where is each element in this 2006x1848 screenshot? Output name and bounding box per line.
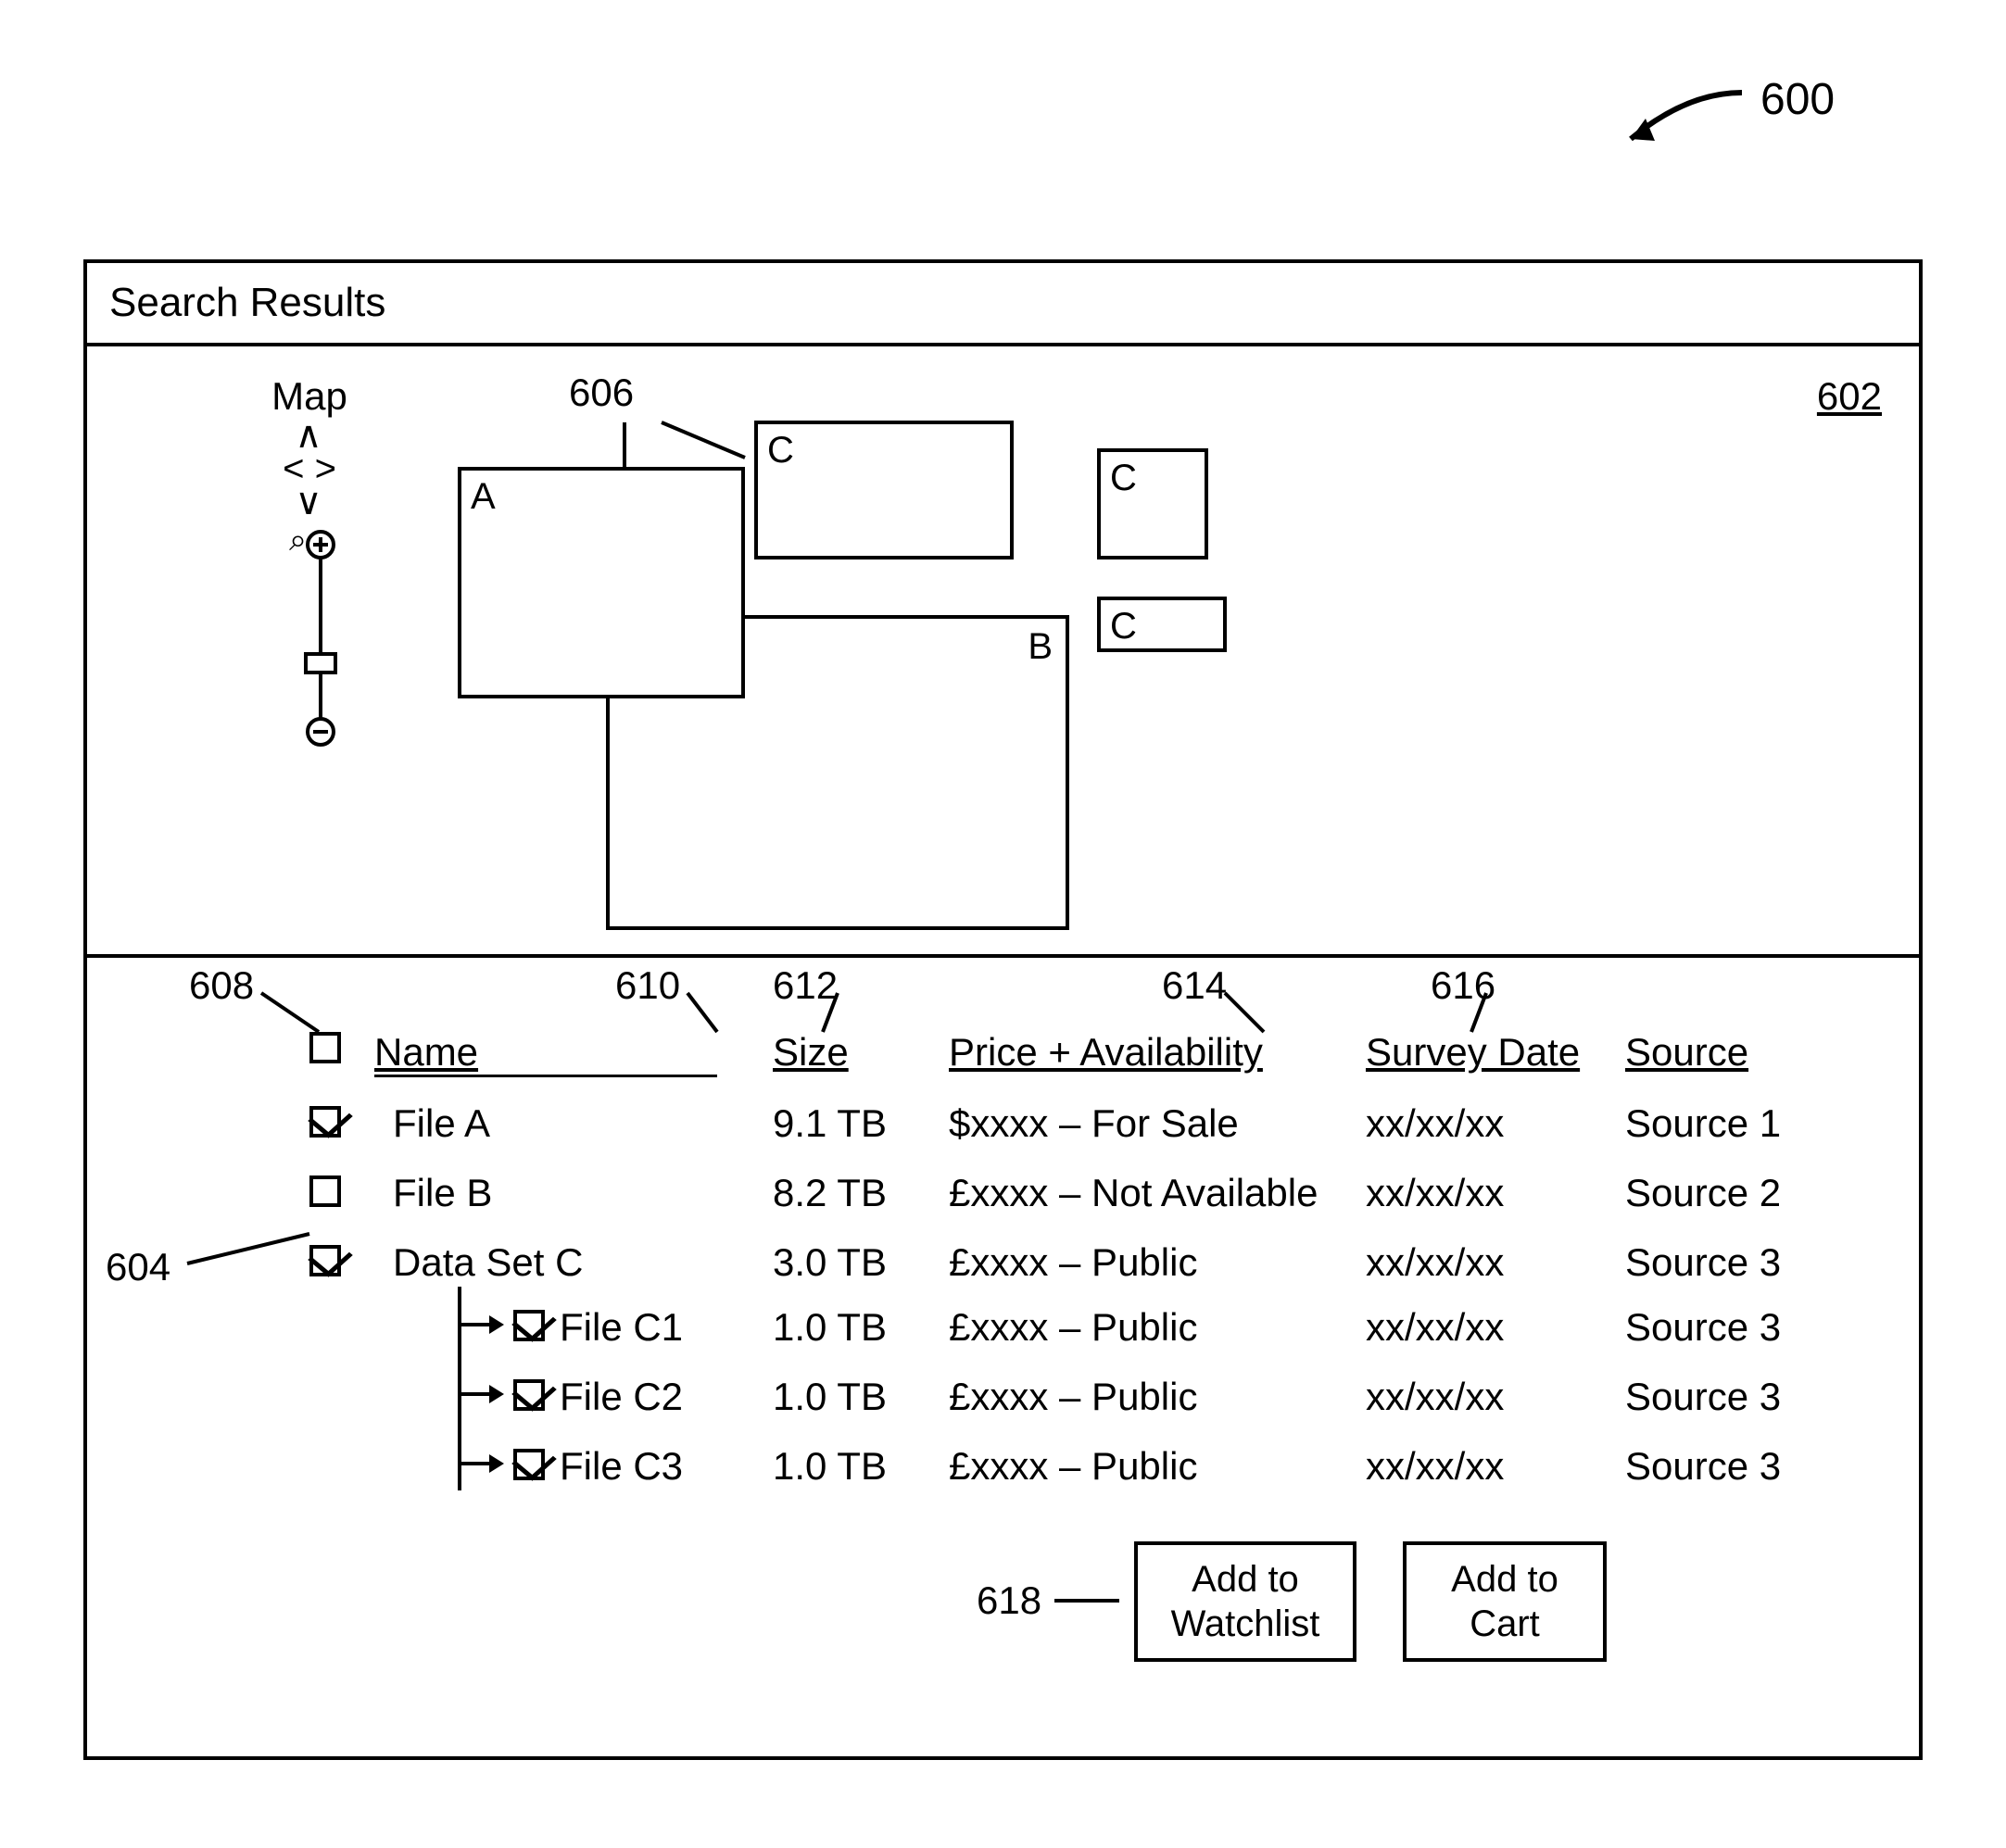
tree-arrow-icon [461,1383,504,1405]
callout-604: 604 [106,1245,170,1289]
row-date: xx/xx/xx [1366,1240,1504,1285]
row-name: File B [393,1171,492,1215]
row-price: £xxxx – Not Available [949,1171,1318,1215]
tree-arrow-icon [461,1452,504,1475]
row-source: Source 1 [1625,1101,1781,1146]
row-date: xx/xx/xx [1366,1375,1504,1419]
map-pan-control[interactable]: ∧ < > ∨ [245,419,374,519]
row-name: File C1 [560,1305,683,1350]
search-results-window: Search Results 602 Map ∧ < > ∨ ⌕ [83,259,1923,1760]
callout-618: 618 [977,1578,1041,1623]
row-size: 3.0 TB [773,1240,887,1285]
callout-608-lead [254,986,337,1041]
callout-608: 608 [189,963,254,1008]
row-size: 1.0 TB [773,1375,887,1419]
map-region-c-large[interactable]: C [754,421,1014,559]
figure-arrow-icon [1603,74,1751,157]
row-date: xx/xx/xx [1366,1444,1504,1489]
row-date: xx/xx/xx [1366,1101,1504,1146]
map-region-c-wide[interactable]: C [1097,597,1227,652]
tree-arrow-icon [461,1314,504,1336]
callout-606: 606 [569,371,634,415]
row-price: $xxxx – For Sale [949,1101,1239,1146]
figure-number: 600 [1760,74,1835,125]
map-zoom-slider[interactable]: ⌕ [272,524,347,756]
title-bar: Search Results [87,263,1919,346]
row-checkbox[interactable] [309,1175,341,1207]
row-source: Source 3 [1625,1240,1781,1285]
row-checkbox[interactable] [513,1379,545,1411]
col-source-header[interactable]: Source [1625,1030,1748,1075]
map-label: Map [245,374,374,419]
pan-down-icon[interactable]: ∨ [245,485,374,519]
row-date: xx/xx/xx [1366,1305,1504,1350]
callout-618-lead [1054,1599,1119,1603]
svg-text:⌕: ⌕ [289,524,307,558]
col-name-header[interactable]: Name [374,1030,717,1077]
row-size: 8.2 TB [773,1171,887,1215]
row-source: Source 3 [1625,1375,1781,1419]
callout-616-lead [1468,986,1505,1041]
row-source: Source 3 [1625,1444,1781,1489]
row-name: Data Set C [393,1240,583,1285]
row-price: £xxxx – Public [949,1240,1197,1285]
row-size: 1.0 TB [773,1444,887,1489]
map-panel: 602 Map ∧ < > ∨ ⌕ [87,346,1919,958]
window-title: Search Results [109,280,385,325]
row-checkbox[interactable] [513,1310,545,1341]
row-size: 1.0 TB [773,1305,887,1350]
row-name: File C3 [560,1444,683,1489]
row-checkbox[interactable] [309,1245,341,1276]
row-name: File A [393,1101,490,1146]
map-region-a[interactable]: A [458,467,745,698]
results-table-panel: Name Size Price + Availability Survey Da… [87,958,1919,1764]
callout-604-lead [180,1226,319,1282]
pan-up-icon[interactable]: ∧ [245,419,374,452]
row-checkbox[interactable] [309,1106,341,1138]
row-date: xx/xx/xx [1366,1171,1504,1215]
row-source: Source 3 [1625,1305,1781,1350]
row-size: 9.1 TB [773,1101,887,1146]
row-price: £xxxx – Public [949,1305,1197,1350]
callout-610-lead [680,986,736,1041]
row-price: £xxxx – Public [949,1444,1197,1489]
add-to-watchlist-button[interactable]: Add to Watchlist [1134,1541,1356,1662]
col-price-header[interactable]: Price + Availability [949,1030,1263,1075]
row-name: File C2 [560,1375,683,1419]
row-source: Source 2 [1625,1171,1781,1215]
callout-612-lead [819,986,856,1041]
map-region-c-square[interactable]: C [1097,448,1208,559]
callout-614-lead [1217,986,1273,1041]
row-checkbox[interactable] [513,1449,545,1480]
add-to-cart-button[interactable]: Add to Cart [1403,1541,1607,1662]
callout-610: 610 [615,963,680,1008]
map-panel-ref: 602 [1817,374,1882,419]
row-price: £xxxx – Public [949,1375,1197,1419]
